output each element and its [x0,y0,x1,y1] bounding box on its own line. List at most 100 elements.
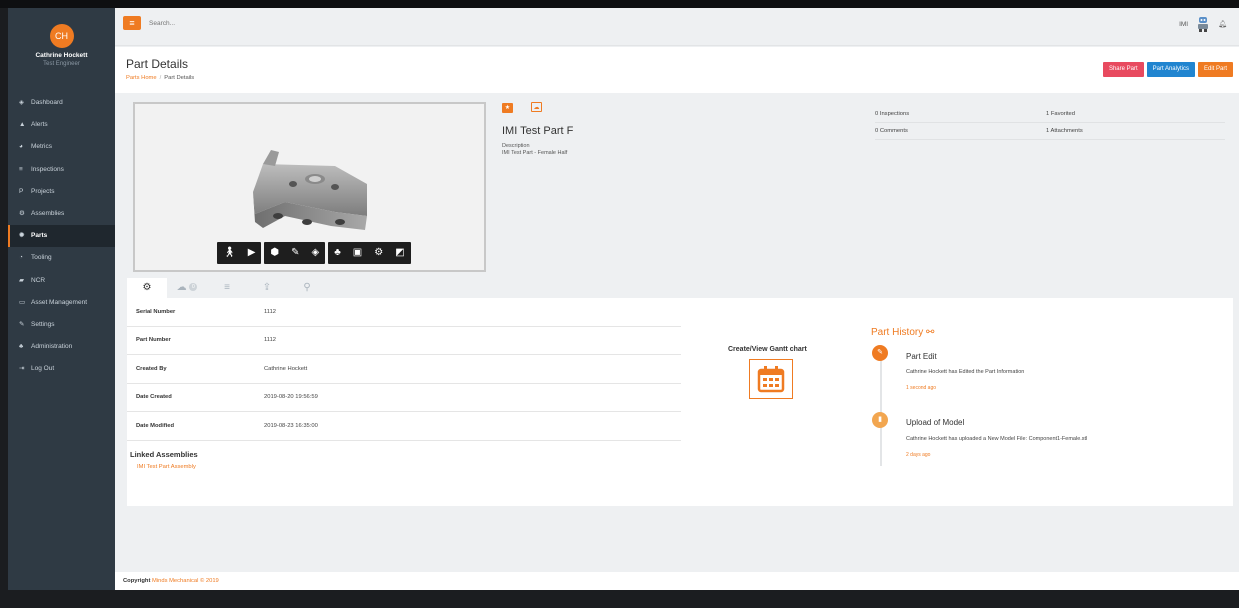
pencil-icon: ✎ [872,345,888,361]
detail-value: 2019-08-20 19:56:59 [264,394,318,401]
cloud-icon[interactable]: ☁ [531,102,542,112]
sidebar-item-log-out[interactable]: ⇥ Log Out [8,358,115,380]
footer: Copyright Minds Mechanical © 2019 [115,572,1239,590]
sidebar-item-label: Inspections [31,165,64,173]
table-row: Date Modified 2019-08-23 16:35:00 [127,412,681,441]
sidebar-item-metrics[interactable]: ◕ Metrics [8,136,115,158]
model-tree-icon[interactable]: ♣ [334,242,341,264]
viewer-toolbar: 🚶︎ ▶ ⬢ ✎ ◈ ♣ ▣ ⚙ ◩ [217,242,411,264]
stats-row: 0 Comments 1 Attachments [875,123,1225,140]
part-history-title: Part History ⚯ [871,327,934,338]
gantt-title: Create/View Gantt chart [728,346,807,353]
breadcrumb-current: Part Details [164,75,195,81]
sidebar-item-label: Log Out [31,365,55,373]
menu-toggle-button[interactable]: ≡ [123,16,141,30]
fullscreen-icon[interactable]: ◩ [395,242,404,264]
camera-icon[interactable]: ▶ [248,242,256,264]
section-cube-icon[interactable]: ◈ [312,242,320,264]
part-analytics-button[interactable]: Part Analytics [1146,62,1195,77]
bell-icon: ▲ [19,121,26,129]
sidebar-item-label: Alerts [31,121,48,129]
sidebar: CH Cathrine Hockett Test Engineer ◈ Dashb… [8,8,115,590]
header-right: IMI 🔔︎ [1179,16,1227,32]
part-info: ★ ☁ IMI Test Part F Description IMI Test … [502,102,573,156]
detail-label: Date Created [136,394,172,401]
favorite-star-icon[interactable]: ★ [502,103,513,113]
sidebar-item-label: Projects [31,187,55,195]
properties-icon[interactable]: ▣ [353,242,362,264]
sidebar-item-tooling[interactable]: ◔ Tooling [8,247,115,269]
sidebar-item-alerts[interactable]: ▲ Alerts [8,114,115,136]
sidebar-item-ncr[interactable]: ▰ NCR [8,270,115,292]
sidebar-item-label: Dashboard [31,99,63,106]
gear-icon: ⚙ [142,282,152,293]
page-header: Part Details Parts Home / Part Details Sha… [115,47,1239,93]
sidebar-item-dashboard[interactable]: ◈ Dashboard [8,92,115,114]
part-history-label: Part History [871,327,924,338]
projects-icon: P [19,187,24,195]
wrench-icon: ✎ [19,320,25,328]
comments-icon: ☁ [176,282,187,293]
sitemap-icon: ♣ [19,343,24,351]
breadcrumb-home-link[interactable]: Parts Home [126,75,157,81]
history-event-desc: Cathrine Hockett has uploaded a New Mode… [906,436,1088,442]
top-header: ≡ IMI 🔔︎ [115,8,1239,46]
user-name: Cathrine Hockett [35,52,88,59]
linked-assemblies-heading: Linked Assemblies [130,450,198,459]
sidebar-item-assemblies[interactable]: ⚙ Assemblies [8,203,115,225]
table-row: Date Created 2019-08-20 19:56:59 [127,384,681,412]
part-name: IMI Test Part F [502,125,574,137]
toolbar-group-settings: ♣ ▣ ⚙ ◩ [328,242,411,264]
sidebar-item-settings[interactable]: ✎ Settings [8,314,115,336]
favorited-count: 1 Favorited [1046,111,1075,117]
explode-icon[interactable]: ⬢ [270,242,279,264]
sidebar-item-label: Parts [31,232,48,240]
details-card: Serial Number 1112 Part Number 1112 Created … [127,298,1233,506]
detail-label: Part Number [136,337,171,344]
comments-count: 0 Comments [875,128,908,134]
tab-location[interactable]: ⚲ [287,278,327,298]
tooling-icon: ◔ [19,254,23,262]
sidebar-item-label: Assemblies [31,209,65,217]
tab-settings[interactable]: ⚙ [127,278,167,298]
gear-icon: ✹ [19,232,25,240]
sidebar-item-asset-management[interactable]: ▭ Asset Management [8,292,115,314]
sidebar-item-parts[interactable]: ✹ Parts [8,225,115,248]
edit-part-button[interactable]: Edit Part [1197,62,1233,77]
sidebar-item-projects[interactable]: P Projects [8,181,115,203]
linked-assembly-link[interactable]: IMI Test Part Assembly [137,464,196,470]
sidebar-item-label: NCR [31,276,46,284]
history-event-desc: Cathrine Hockett has Edited the Part Inf… [906,369,1025,375]
search-input[interactable] [149,15,349,31]
ncr-icon: ▰ [19,276,24,284]
tab-upload[interactable]: ⇪ [247,278,287,298]
bell-icon[interactable]: 🔔︎ [1218,20,1227,28]
history-event-time: 2 days ago [906,452,931,458]
gantt-chart-button[interactable] [749,359,793,399]
detail-label: Created By [136,365,167,372]
upload-icon: ⇪ [262,282,272,293]
history-event-title: Upload of Model [906,418,965,427]
map-marker-icon: ⚲ [303,282,311,293]
copyright-label: Copyright [123,578,151,584]
settings-gear-icon[interactable]: ⚙ [374,242,383,264]
walk-icon[interactable]: 🚶︎ [223,242,236,264]
header-buttons: Share Part Part Analytics Edit Part [1102,62,1233,77]
detail-label: Serial Number [136,308,176,315]
avatar[interactable]: CH [49,24,74,48]
model-viewer[interactable]: 🚶︎ ▶ ⬢ ✎ ◈ ♣ ▣ ⚙ ◩ [133,102,486,272]
sidebar-nav: ◈ Dashboard ▲ Alerts ◕ Metrics ≡ Inspections P Pr… [8,92,115,380]
metrics-icon: ◕ [19,143,23,151]
sign-out-icon: ⇥ [19,365,25,373]
tab-list[interactable]: ≡ [207,278,247,298]
tab-comments[interactable]: ☁ 0 [167,278,207,298]
measure-icon[interactable]: ✎ [291,242,299,264]
top-edge [0,0,1239,8]
user-role: Test Engineer [43,61,80,67]
sidebar-item-inspections[interactable]: ≡ Inspections [8,159,115,181]
robot-avatar-icon[interactable] [1196,16,1210,32]
detail-value: 1112 [264,308,277,315]
list-icon: ≡ [224,282,230,293]
sidebar-item-administration[interactable]: ♣ Administration [8,336,115,358]
share-part-button[interactable]: Share Part [1102,62,1144,77]
